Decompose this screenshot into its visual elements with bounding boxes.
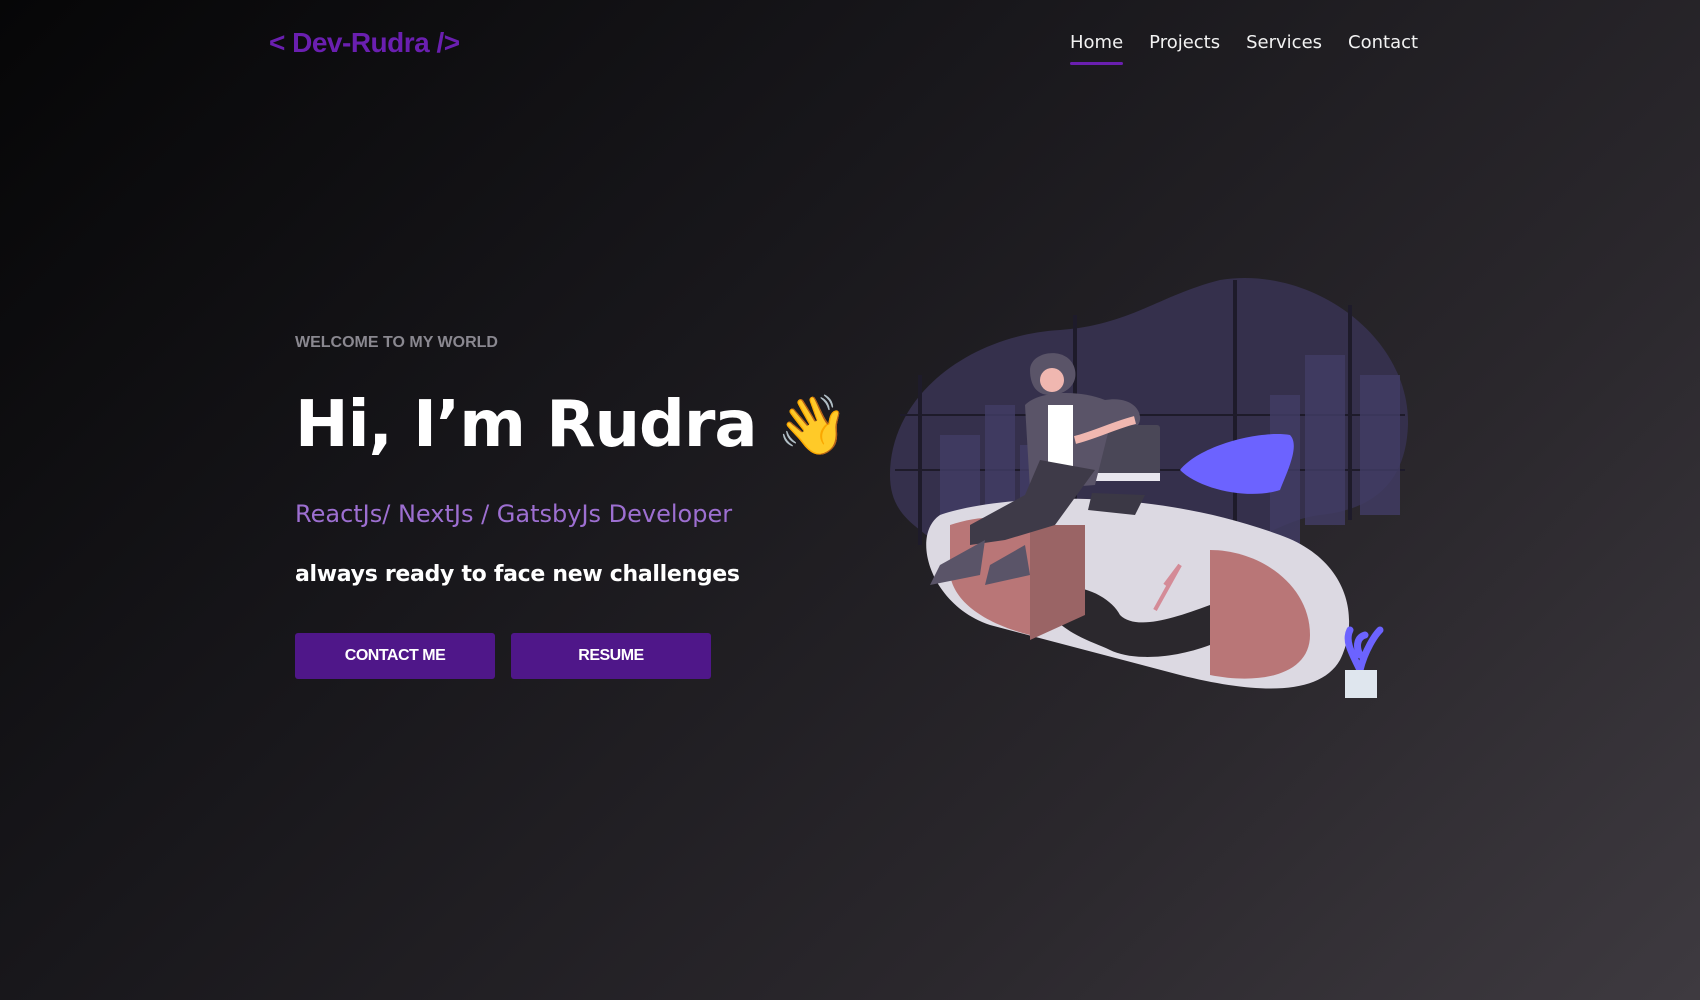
greeting-text: Hi, I’m Rudra (295, 388, 758, 462)
hero-heading: Hi, I’m Rudra 👋 (295, 388, 855, 462)
waving-hand-icon: 👋 (776, 391, 849, 459)
hero-section: WELCOME TO MY WORLD Hi, I’m Rudra 👋 Reac… (295, 334, 855, 679)
tagline: always ready to face new challenges (295, 562, 740, 587)
contact-me-button[interactable]: CONTACT ME (295, 633, 495, 679)
site-logo[interactable]: < Dev-Rudra /> (269, 27, 460, 59)
nav-item-services[interactable]: Services (1246, 32, 1322, 61)
nav-menu: Home Projects Services Contact (1070, 32, 1444, 65)
developer-at-desk-illustration (890, 277, 1409, 698)
welcome-label: WELCOME TO MY WORLD (295, 334, 498, 351)
nav-item-projects[interactable]: Projects (1149, 32, 1220, 61)
resume-button[interactable]: RESUME (511, 633, 711, 679)
hero-buttons: CONTACT ME RESUME (295, 633, 855, 679)
monitor-base (1095, 473, 1160, 481)
role-subtitle: ReactJs/ NextJs / GatsbyJs Developer (295, 500, 733, 528)
nav-item-contact[interactable]: Contact (1348, 32, 1418, 61)
potted-plant (1344, 626, 1384, 698)
navbar: < Dev-Rudra /> Home Projects Services Co… (0, 0, 1700, 90)
nav-item-home[interactable]: Home (1070, 32, 1124, 65)
